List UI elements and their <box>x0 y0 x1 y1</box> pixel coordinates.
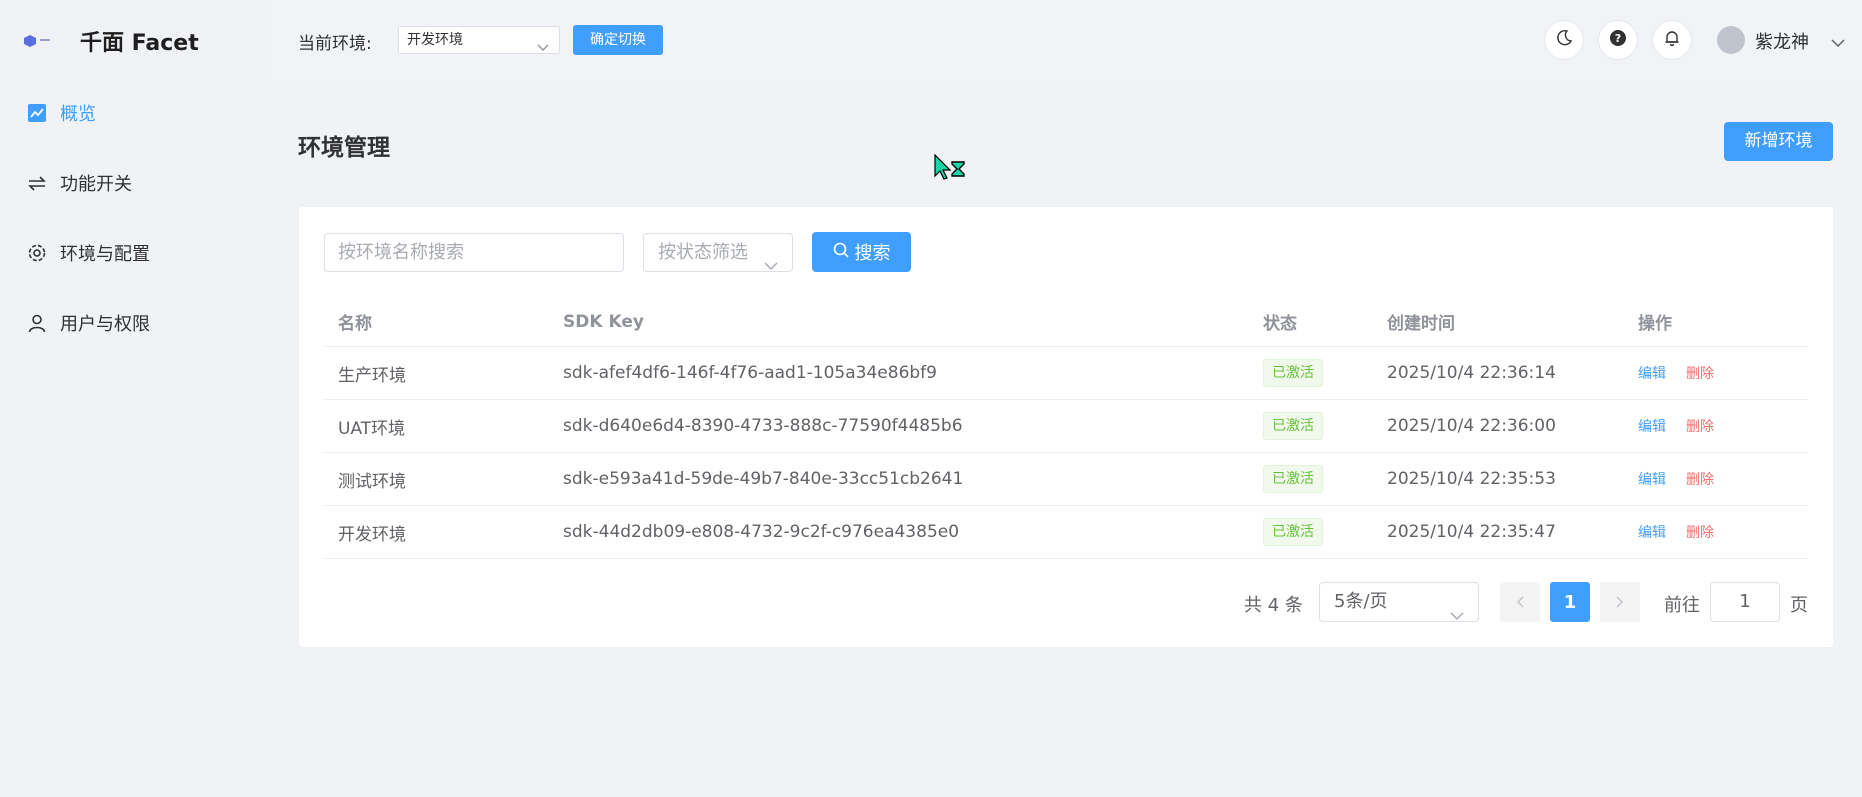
app-title: 千面 Facet <box>80 31 199 56</box>
row-sdk-key: sdk-44d2db09-e808-4732-9c2f-c976ea4385e0 <box>563 522 960 542</box>
row-sdk-key: sdk-d640e6d4-8390-4733-888c-77590f4485b6 <box>563 416 963 436</box>
chevron-down-icon <box>764 247 778 284</box>
env-table-card: 按环境名称搜索 按状态筛选 搜索 名称 SDK Key 状态 创建时间 操作 生… <box>299 207 1833 647</box>
help-icon: ? <box>1609 29 1627 51</box>
add-env-button[interactable]: 新增环境 <box>1724 122 1833 161</box>
chevron-down-icon <box>537 35 549 61</box>
edit-link[interactable]: 编辑 <box>1638 522 1666 542</box>
status-filter-placeholder: 按状态筛选 <box>658 242 748 263</box>
row-created: 2025/10/4 22:36:00 <box>1387 416 1556 436</box>
column-header-name: 名称 <box>338 314 372 334</box>
toggle-arrows-icon <box>26 172 48 194</box>
avatar[interactable] <box>1717 26 1745 54</box>
user-icon <box>26 312 48 334</box>
page-title: 环境管理 <box>298 135 390 161</box>
table-header: 名称 SDK Key 状态 创建时间 操作 <box>324 297 1808 347</box>
status-filter-select[interactable]: 按状态筛选 <box>643 233 793 272</box>
column-header-actions: 操作 <box>1638 314 1672 334</box>
search-button-label: 搜索 <box>854 243 891 264</box>
status-badge: 已激活 <box>1263 412 1323 440</box>
delete-link[interactable]: 删除 <box>1686 363 1714 383</box>
chevron-down-icon[interactable] <box>1831 33 1845 52</box>
sidebar-item-overview[interactable]: 概览 <box>26 93 246 133</box>
prev-page-button[interactable] <box>1500 582 1540 622</box>
search-icon <box>833 242 849 263</box>
sidebar-item-label: 功能开关 <box>60 174 132 195</box>
chart-line-icon <box>26 102 48 124</box>
dark-mode-button[interactable] <box>1544 20 1584 60</box>
status-badge: 已激活 <box>1263 359 1323 387</box>
next-page-button[interactable] <box>1600 582 1640 622</box>
chevron-left-icon <box>1516 593 1524 612</box>
row-name: 开发环境 <box>338 524 406 545</box>
bell-icon <box>1663 29 1681 51</box>
delete-link[interactable]: 删除 <box>1686 522 1714 542</box>
column-header-status: 状态 <box>1263 314 1297 334</box>
table-row: 生产环境 sdk-afef4df6-146f-4f76-aad1-105a34e… <box>324 347 1808 400</box>
row-created: 2025/10/4 22:35:47 <box>1387 522 1556 542</box>
gear-icon <box>26 242 48 264</box>
pagination-total: 共 4 条 <box>1244 595 1303 616</box>
delete-link[interactable]: 删除 <box>1686 416 1714 436</box>
sidebar-item-label: 环境与配置 <box>60 244 150 265</box>
search-input[interactable]: 按环境名称搜索 <box>324 233 624 272</box>
page-number-button[interactable]: 1 <box>1550 582 1590 622</box>
edit-link[interactable]: 编辑 <box>1638 416 1666 436</box>
edit-link[interactable]: 编辑 <box>1638 469 1666 489</box>
edit-link[interactable]: 编辑 <box>1638 363 1666 383</box>
sidebar: 千面 Facet 概览 功能开关 环境与配置 用户与权限 <box>0 0 268 797</box>
logo: 千面 Facet <box>24 26 199 56</box>
chevron-down-icon <box>1450 597 1464 635</box>
status-badge: 已激活 <box>1263 518 1323 546</box>
table-row: 测试环境 sdk-e593a41d-59de-49b7-840e-33cc51c… <box>324 453 1808 506</box>
table-row: 开发环境 sdk-44d2db09-e808-4732-9c2f-c976ea4… <box>324 506 1808 559</box>
sidebar-item-label: 概览 <box>60 104 96 125</box>
logo-icon <box>24 33 52 49</box>
page-size-value: 5条/页 <box>1334 591 1388 612</box>
goto-suffix: 页 <box>1790 595 1808 616</box>
env-select[interactable]: 开发环境 <box>398 26 560 54</box>
sidebar-item-env-config[interactable]: 环境与配置 <box>26 233 246 273</box>
env-label: 当前环境: <box>298 34 372 54</box>
page-size-select[interactable]: 5条/页 <box>1319 582 1479 622</box>
chevron-right-icon <box>1616 593 1624 612</box>
row-sdk-key: sdk-afef4df6-146f-4f76-aad1-105a34e86bf9 <box>563 363 937 383</box>
sidebar-item-users[interactable]: 用户与权限 <box>26 303 246 343</box>
search-button[interactable]: 搜索 <box>812 232 911 272</box>
pagination: 共 4 条 5条/页 1 前往 1 页 <box>299 582 1833 622</box>
env-table: 名称 SDK Key 状态 创建时间 操作 生产环境 sdk-afef4df6-… <box>324 297 1808 559</box>
sidebar-item-feature-flags[interactable]: 功能开关 <box>26 163 246 203</box>
table-row: UAT环境 sdk-d640e6d4-8390-4733-888c-77590f… <box>324 400 1808 453</box>
row-created: 2025/10/4 22:36:14 <box>1387 363 1556 383</box>
user-name[interactable]: 紫龙神 <box>1755 28 1809 54</box>
top-header: 当前环境: 开发环境 确定切换 ? 紫龙神 <box>268 0 1862 80</box>
goto-label: 前往 <box>1664 595 1700 616</box>
goto-page-input[interactable]: 1 <box>1710 582 1780 622</box>
status-badge: 已激活 <box>1263 465 1323 493</box>
env-select-value: 开发环境 <box>407 32 463 48</box>
row-created: 2025/10/4 22:35:53 <box>1387 469 1556 489</box>
svg-text:?: ? <box>1615 32 1621 45</box>
help-button[interactable]: ? <box>1598 20 1638 60</box>
row-name: UAT环境 <box>338 418 406 439</box>
row-sdk-key: sdk-e593a41d-59de-49b7-840e-33cc51cb2641 <box>563 469 964 489</box>
delete-link[interactable]: 删除 <box>1686 469 1714 489</box>
sidebar-item-label: 用户与权限 <box>60 314 150 335</box>
row-name: 生产环境 <box>338 365 406 386</box>
moon-icon <box>1555 29 1573 51</box>
switch-env-button[interactable]: 确定切换 <box>573 25 663 55</box>
busy-cursor-icon <box>933 153 969 186</box>
column-header-sdk-key: SDK Key <box>563 311 644 332</box>
notifications-button[interactable] <box>1652 20 1692 60</box>
row-name: 测试环境 <box>338 471 406 492</box>
column-header-created: 创建时间 <box>1387 314 1455 334</box>
